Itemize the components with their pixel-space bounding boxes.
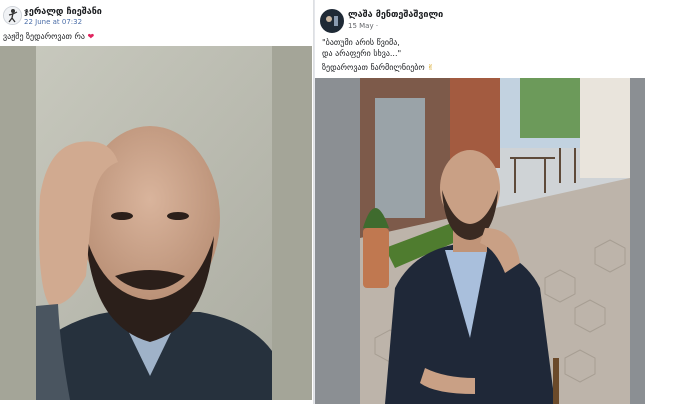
heart-emoji-icon: ❤	[87, 32, 95, 41]
stick-figure-avatar-icon	[4, 7, 21, 24]
author-avatar[interactable]	[3, 6, 22, 25]
man-sitting-cafe-photo	[315, 78, 645, 404]
post-date[interactable]: 15 May	[348, 22, 374, 30]
post-timestamp[interactable]: 15 May ·	[348, 22, 378, 30]
post-quote-line-1: "ბათუმი არის წვიმა,	[322, 38, 400, 47]
author-avatar[interactable]	[320, 9, 344, 33]
post-photo[interactable]	[0, 46, 312, 400]
author-name[interactable]: ლაშა მენთეშაშვილი	[348, 10, 443, 20]
post-text-body: ვაჟშე ზედაროვათ რა	[3, 32, 85, 41]
post-text: ვაჟშე ზედაროვათ რა ❤	[3, 32, 94, 41]
post-card-left: ჯერალდ ჩიეშანი 22 June at 07:32 ვაჟშე ზე…	[0, 0, 312, 404]
post-text: ზედაროვათ ნარმილნიებო ✌	[322, 63, 434, 72]
selfie-man-photo	[0, 46, 312, 400]
separator-dot: ·	[375, 22, 379, 30]
post-quote-line-2: და არაფერი სხვა..."	[322, 49, 402, 58]
profile-picture-icon	[321, 10, 343, 32]
post-timestamp[interactable]: 22 June at 07:32	[24, 18, 82, 26]
post-text-body: ზედაროვათ ნარმილნიებო	[322, 63, 425, 72]
post-card-right: ლაშა მენთეშაშვილი 15 May · "ბათუმი არის …	[314, 0, 645, 404]
author-name[interactable]: ჯერალდ ჩიეშანი	[24, 7, 102, 17]
victory-hand-emoji-icon: ✌	[427, 63, 434, 72]
post-photo[interactable]	[315, 78, 645, 404]
